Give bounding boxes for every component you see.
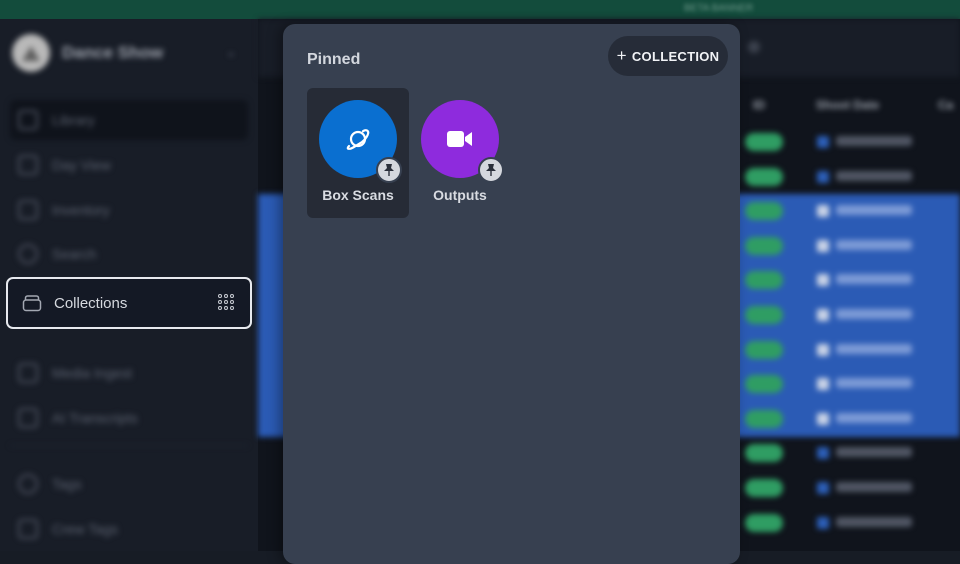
status-badge [745, 202, 783, 221]
sidebar-item-label: Library [52, 112, 95, 128]
row-checkbox[interactable] [817, 205, 829, 218]
sidebar-item-label: Media Ingest [52, 365, 133, 381]
shoot-date-cell: 07/06/2022 [836, 205, 912, 216]
sidebar-item-label: Crew Tags [52, 521, 118, 537]
status-badge [745, 167, 783, 186]
workspace-name: Dance Show [62, 43, 164, 62]
calendar-icon [18, 155, 38, 175]
sidebar-item-ai-transcripts[interactable]: AI Transcripts [10, 398, 248, 438]
collections-popover: Pinned + COLLECTION Box Scans Outputs [283, 24, 740, 564]
status-badge [745, 375, 783, 394]
row-checkbox[interactable] [817, 274, 829, 287]
toolbar-icon[interactable] [748, 41, 760, 53]
status-badge [745, 271, 783, 290]
row-checkbox[interactable] [817, 378, 829, 391]
row-checkbox[interactable] [817, 170, 829, 183]
row-checkbox[interactable] [817, 239, 829, 252]
add-collection-label: COLLECTION [631, 48, 720, 64]
shoot-date-cell: 07/06/2022 [836, 274, 912, 285]
column-header-shoot-date[interactable]: Shoot Date [816, 98, 879, 112]
crew-tag-icon [18, 519, 38, 539]
sidebar-item-label: Inventory [52, 202, 110, 218]
top-banner: BETA BANNER [0, 0, 960, 19]
shoot-date-cell: 07/06/2022 [836, 239, 912, 250]
tag-icon [18, 474, 38, 494]
row-checkbox[interactable] [817, 516, 829, 529]
pinned-heading: Pinned [307, 51, 361, 68]
sidebar-item-media-ingest[interactable]: Media Ingest [10, 353, 248, 393]
status-badge [745, 513, 783, 532]
shoot-date-cell: 07/06/2022 [836, 170, 912, 181]
status-badge [745, 409, 783, 428]
shoot-date-cell: 07/07/2022 [836, 378, 912, 389]
grid-icon[interactable] [218, 294, 234, 310]
collection-label: Box Scans [322, 187, 394, 203]
sidebar-item-label: Collections [54, 294, 128, 312]
sidebar-item-day-view[interactable]: Day View [10, 145, 248, 185]
sidebar-item-label: Day View [52, 157, 111, 173]
status-badge [745, 479, 783, 497]
collections-icon [22, 295, 42, 312]
status-badge [745, 340, 783, 359]
banner-text: BETA BANNER [684, 3, 754, 14]
video-camera-icon [447, 131, 472, 147]
workspace-avatar [12, 34, 50, 72]
row-checkbox[interactable] [817, 343, 829, 356]
workspace-switcher[interactable]: Dance Show [12, 34, 163, 72]
sidebar-item-library[interactable]: Library [10, 100, 248, 140]
collection-label: Outputs [433, 187, 487, 203]
sidebar-divider [10, 445, 248, 446]
shoot-date-cell: 07/06/2022 [836, 136, 912, 146]
add-collection-button[interactable]: + COLLECTION [608, 36, 728, 76]
sidebar-item-collections[interactable]: Collections [6, 277, 252, 329]
shoot-date-cell: 07/07/2022 [836, 309, 912, 319]
pin-icon[interactable] [376, 157, 402, 183]
row-checkbox[interactable] [817, 309, 829, 321]
shoot-date-cell: 07/07/2022 [836, 447, 912, 458]
sidebar-item-inventory[interactable]: Inventory [10, 190, 248, 230]
ingest-icon [18, 363, 38, 383]
collection-outputs[interactable]: Outputs [409, 88, 511, 218]
row-checkbox[interactable] [817, 447, 829, 460]
collection-box-scans[interactable]: Box Scans [307, 88, 409, 218]
inventory-icon [18, 200, 38, 220]
status-badge [745, 133, 783, 151]
sidebar-item-label: AI Transcripts [52, 410, 138, 426]
shoot-date-cell: 07/07/2022 [836, 412, 912, 423]
sidebar-item-tags[interactable]: Tags [10, 464, 248, 504]
status-badge [745, 236, 783, 255]
library-icon [18, 110, 38, 130]
shoot-date-cell: 07/07/2022 [836, 482, 912, 492]
status-badge [745, 444, 783, 463]
shoot-date-cell: 07/07/2022 [836, 516, 912, 527]
shoot-date-cell: 07/07/2022 [836, 343, 912, 354]
pin-icon[interactable] [478, 157, 504, 183]
transcript-icon [18, 408, 38, 428]
sidebar-item-label: Tags [52, 476, 82, 492]
sidebar-item-search[interactable]: Search [10, 234, 248, 274]
planet-icon [346, 129, 370, 150]
sidebar-item-label: Search [52, 246, 97, 262]
column-header-id[interactable]: ID [753, 98, 765, 112]
column-header-ca[interactable]: Ca [938, 98, 953, 112]
sidebar-item-crew-tags[interactable]: Crew Tags [10, 509, 248, 549]
row-checkbox[interactable] [817, 412, 829, 425]
plus-icon: + [616, 46, 627, 65]
status-badge [745, 306, 783, 324]
row-checkbox[interactable] [817, 482, 829, 494]
chevron-down-icon[interactable]: ⌄ [226, 45, 236, 59]
row-checkbox[interactable] [817, 136, 829, 148]
search-icon [18, 244, 38, 264]
